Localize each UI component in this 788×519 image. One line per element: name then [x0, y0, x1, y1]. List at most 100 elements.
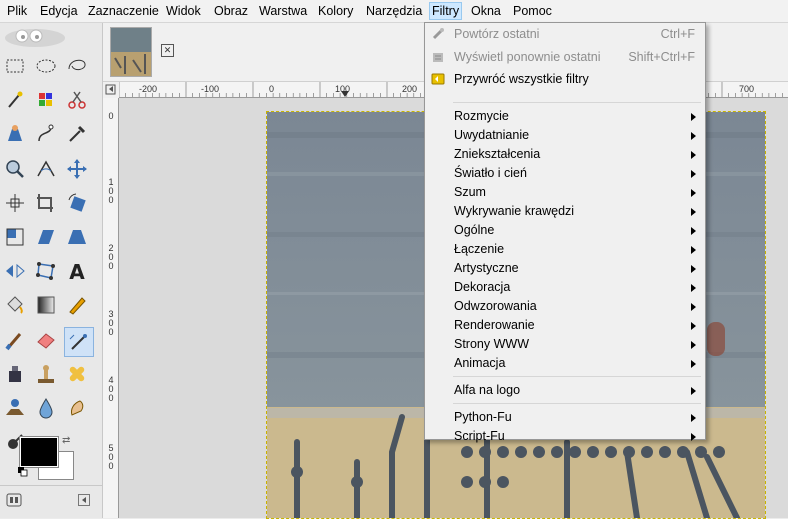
menu-item-g1-10[interactable]: Odwzorowania [425, 297, 705, 316]
foreground-color-swatch[interactable] [19, 436, 59, 468]
menu-item-g1-13[interactable]: Animacja [425, 354, 705, 373]
rect-select-tool-button[interactable] [2, 53, 28, 79]
menu-item-label: Zniekształcenia [454, 147, 541, 161]
menu-item-top-2[interactable]: Przywróć wszystkie filtry [425, 70, 705, 89]
menu-item-g1-8[interactable]: Artystyczne [425, 259, 705, 278]
move-tool-button[interactable] [64, 156, 90, 182]
shear-tool-button[interactable] [33, 224, 59, 250]
cage-transform-tool-button[interactable] [33, 258, 59, 284]
menu-item-g1-9[interactable]: Dekoracja [425, 278, 705, 297]
pencil-tool-icon [69, 297, 86, 316]
menu-filtry[interactable]: Filtry [429, 2, 463, 20]
menu-item-label: Alfa na logo [454, 383, 521, 397]
submenu-arrow-icon [691, 246, 696, 254]
menu-zaznaczenie[interactable]: Zaznaczenie [86, 3, 161, 19]
perspective-clone-tool-button[interactable] [2, 395, 28, 421]
submenu-arrow-icon [691, 265, 696, 273]
paintbrush-tool-button[interactable] [2, 327, 28, 353]
smudge-tool-button[interactable] [64, 395, 90, 421]
menu-item-g1-5[interactable]: Wykrywanie krawędzi [425, 202, 705, 221]
default-colors-icon[interactable] [18, 467, 28, 477]
submenu-arrow-icon [691, 414, 696, 422]
menu-item-g1-3[interactable]: Światło i cień [425, 164, 705, 183]
crop-tool-button[interactable] [33, 190, 59, 216]
scale-tool-button[interactable] [2, 224, 28, 250]
scissors-tool-button[interactable] [64, 87, 90, 113]
pencil-tool-button[interactable] [64, 292, 90, 318]
align-tool-button[interactable] [2, 190, 28, 216]
submenu-arrow-icon [691, 303, 696, 311]
menu-separator [453, 403, 701, 404]
color-picker-tool-button[interactable] [64, 121, 90, 147]
menu-item-label: Wyświetl ponownie ostatni [454, 49, 601, 64]
submenu-arrow-icon [691, 189, 696, 197]
heal-tool-icon [69, 366, 85, 382]
ellipse-select-tool-button[interactable] [33, 53, 59, 79]
fuzzy-select-tool-button[interactable] [2, 87, 28, 113]
menu-item-label: Powtórz ostatni [454, 27, 540, 41]
menu-plik[interactable]: Plik [5, 3, 29, 19]
menu-item-g1-1[interactable]: Uwydatnianie [425, 126, 705, 145]
menu-kolory[interactable]: Kolory [316, 3, 355, 19]
menu-warstwa[interactable]: Warstwa [257, 3, 309, 19]
clone-tool-button[interactable] [33, 361, 59, 387]
menu-pomoc[interactable]: Pomoc [511, 3, 554, 19]
submenu-arrow-icon [691, 208, 696, 216]
close-image-tab-icon[interactable]: ✕ [161, 44, 174, 57]
move-tool-icon [67, 158, 87, 179]
menu-obraz[interactable]: Obraz [212, 3, 250, 19]
rotate-tool-button[interactable] [64, 190, 90, 216]
menu-widok[interactable]: Widok [164, 3, 203, 19]
free-select-tool-button[interactable] [64, 53, 90, 79]
menu-item-g1-11[interactable]: Renderowanie [425, 316, 705, 335]
menu-item-label: Szum [454, 185, 486, 199]
configure-tab-icon[interactable] [78, 494, 90, 506]
menu-item-g2-0[interactable]: Alfa na logo [425, 381, 705, 400]
blur-tool-button[interactable] [33, 395, 59, 421]
menu-item-label: Odwzorowania [454, 299, 537, 313]
ink-tool-button[interactable] [2, 361, 28, 387]
scale-tool-icon [6, 228, 24, 246]
fuzzy-select-tool-icon [8, 91, 23, 108]
menu-item-shortcut: Ctrl+F [660, 27, 695, 41]
text-tool-button[interactable]: A [64, 258, 90, 284]
perspective-tool-button[interactable] [64, 224, 90, 250]
color-select-tool-button[interactable] [33, 87, 59, 113]
airbrush-tool-button[interactable] [64, 326, 94, 357]
zoom-tool-button[interactable] [2, 156, 28, 182]
blend-tool-button[interactable] [33, 292, 59, 318]
airbrush-tool-icon [69, 333, 87, 350]
reset-filters-icon [431, 73, 445, 85]
swap-colors-icon[interactable]: ⇄ [62, 435, 70, 446]
image-thumbnail[interactable] [110, 27, 152, 77]
navigation-corner-icon[interactable] [103, 82, 120, 99]
menu-item-g1-7[interactable]: Łączenie [425, 240, 705, 259]
menu-okna[interactable]: Okna [469, 3, 503, 19]
flip-tool-button[interactable] [2, 258, 28, 284]
menu-item-label: Światło i cień [454, 166, 527, 180]
gimp-wilber-icon [5, 29, 65, 47]
menu-item-label: Rozmycie [454, 109, 509, 123]
menu-item-g1-4[interactable]: Szum [425, 183, 705, 202]
tool-options-icon[interactable] [6, 492, 22, 508]
perspective-clone-tool-icon [6, 399, 24, 415]
eraser-tool-button[interactable] [33, 327, 59, 353]
menu-item-g1-0[interactable]: Rozmycie [425, 107, 705, 126]
ruler-label: 2 0 0 [108, 243, 114, 271]
menu-item-g1-2[interactable]: Zniekształcenia [425, 145, 705, 164]
menu-item-g3-1[interactable]: Script-Fu [425, 427, 705, 446]
bucket-fill-tool-button[interactable] [2, 292, 28, 318]
menu-narzędzia[interactable]: Narzędzia [364, 3, 424, 19]
menu-edycja[interactable]: Edycja [38, 3, 80, 19]
menu-item-g1-6[interactable]: Ogólne [425, 221, 705, 240]
menu-item-label: Przywróć wszystkie filtry [454, 72, 589, 87]
menu-item-g3-0[interactable]: Python-Fu [425, 408, 705, 427]
vertical-ruler[interactable]: 0 1 0 0 2 0 0 3 0 0 4 0 0 5 0 0 [103, 98, 119, 518]
menu-item-top-0: Powtórz ostatni Ctrl+F [425, 25, 705, 44]
heal-tool-button[interactable] [64, 361, 90, 387]
foreground-select-tool-button[interactable] [2, 121, 28, 147]
menu-item-g1-12[interactable]: Strony WWW [425, 335, 705, 354]
measure-tool-button[interactable] [33, 156, 59, 182]
paths-tool-button[interactable] [33, 121, 59, 147]
ellipse-select-tool-icon [36, 59, 56, 73]
